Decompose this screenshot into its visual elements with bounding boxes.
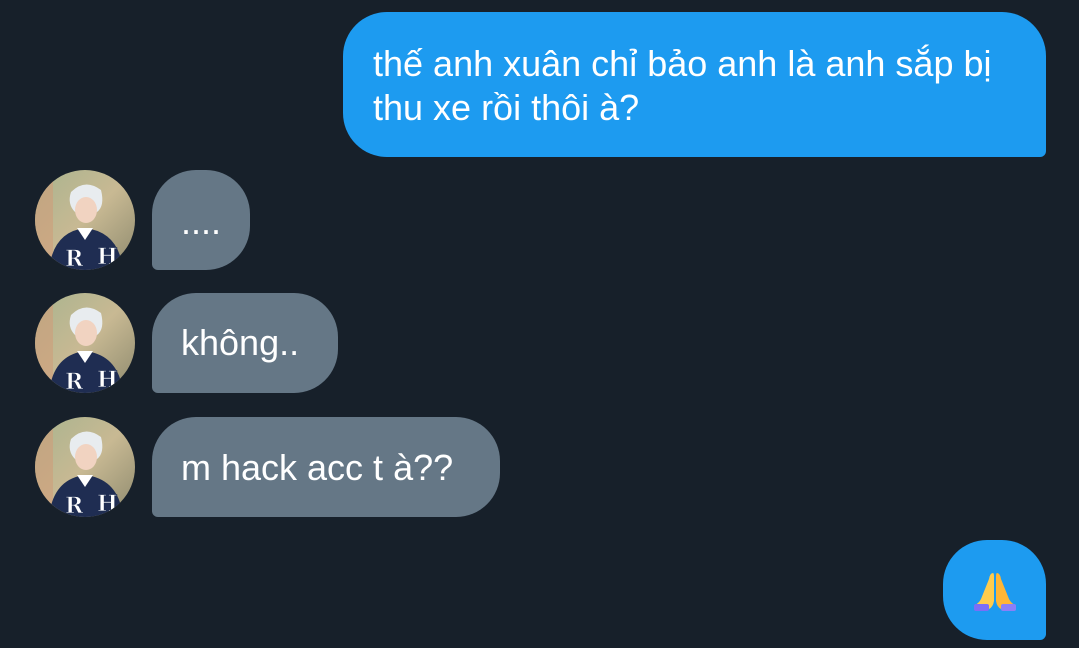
message-text: thế anh xuân chỉ bảo anh là anh sắp bị t… xyxy=(373,43,992,128)
svg-text:H: H xyxy=(97,491,118,517)
avatar[interactable]: R H xyxy=(35,293,135,393)
message-text: .... xyxy=(181,201,222,242)
folded-hands-emoji xyxy=(973,573,1016,611)
svg-text:H: H xyxy=(97,244,118,270)
avatar[interactable]: R H xyxy=(35,170,135,270)
svg-text:H: H xyxy=(97,367,118,393)
message-text: không.. xyxy=(181,322,300,363)
svg-text:R: R xyxy=(65,493,84,517)
message-bubble-received[interactable]: .... xyxy=(152,170,250,270)
svg-text:R: R xyxy=(65,369,84,393)
avatar[interactable]: R H xyxy=(35,417,135,517)
svg-text:R: R xyxy=(65,246,84,270)
message-text: m hack acc t à?? xyxy=(181,447,454,488)
message-bubble-sent[interactable] xyxy=(943,540,1046,640)
message-bubble-sent[interactable]: thế anh xuân chỉ bảo anh là anh sắp bị t… xyxy=(343,12,1046,157)
message-bubble-received[interactable]: m hack acc t à?? xyxy=(152,417,500,517)
message-bubble-received[interactable]: không.. xyxy=(152,293,338,393)
